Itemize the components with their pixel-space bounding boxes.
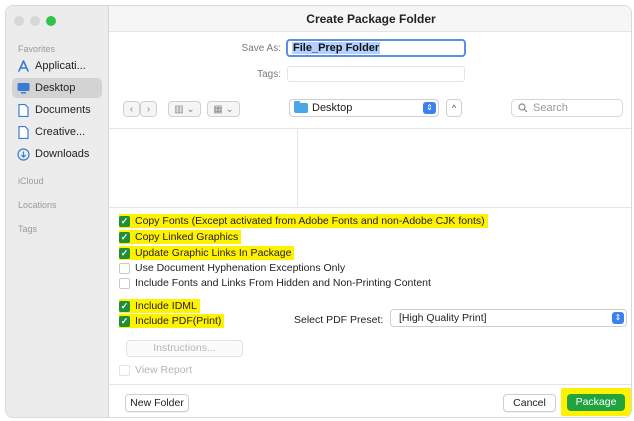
save-as-label: Save As: xyxy=(241,43,281,54)
instructions-button[interactable]: Instructions... xyxy=(126,340,243,357)
option-include-idml[interactable]: ✓ Include IDML xyxy=(119,299,200,313)
browser-bottom-divider xyxy=(109,207,631,208)
column-view-icon: ▥ ⌄ xyxy=(174,103,195,115)
downloads-icon xyxy=(16,147,30,161)
save-as-input[interactable]: File_Prep Folder xyxy=(286,39,466,57)
window-controls xyxy=(14,16,56,26)
new-folder-button[interactable]: New Folder xyxy=(125,394,189,412)
option-hidden-content[interactable]: Include Fonts and Links From Hidden and … xyxy=(119,276,431,290)
checkbox-unchecked[interactable] xyxy=(119,262,130,274)
option-label: Update Graphic Links In Package xyxy=(135,247,292,259)
option-include-pdf[interactable]: ✓ Include PDF(Print) xyxy=(119,314,225,328)
package-button-highlight: Package xyxy=(561,388,631,416)
applications-icon xyxy=(16,59,30,73)
updown-arrow-icon: ⇕ xyxy=(423,102,436,114)
location-value: Desktop xyxy=(312,102,353,114)
option-label: Copy Linked Graphics xyxy=(135,231,239,243)
sidebar-section-favorites: Favorites xyxy=(18,44,56,54)
sidebar-item-applications[interactable]: Applicati... xyxy=(12,56,102,76)
option-update-graphic-links[interactable]: ✓ Update Graphic Links In Package xyxy=(119,246,295,260)
sidebar-section-icloud: iCloud xyxy=(18,176,44,186)
document-icon xyxy=(16,103,30,117)
sidebar: Favorites Applicati... Desktop Documents… xyxy=(6,6,109,417)
dialog-title: Create Package Folder xyxy=(109,6,631,32)
dialog-main: Save As: File_Prep Folder Tags: ‹ › ▥ ⌄ … xyxy=(109,32,631,417)
option-label: View Report xyxy=(135,364,193,376)
back-button[interactable]: ‹ xyxy=(123,101,140,117)
pdf-preset-value: [High Quality Print] xyxy=(399,312,487,324)
sidebar-item-label: Desktop xyxy=(35,82,76,94)
option-hyphenation-exceptions[interactable]: Use Document Hyphenation Exceptions Only xyxy=(119,261,345,275)
minimize-window-button[interactable] xyxy=(30,16,40,26)
grid-view-icon: ▦ ⌄ xyxy=(213,103,234,115)
search-icon xyxy=(518,103,528,113)
sidebar-section-tags: Tags xyxy=(18,224,38,234)
forward-button[interactable]: › xyxy=(140,101,157,117)
group-button[interactable]: ▦ ⌄ xyxy=(207,101,240,117)
checkbox-checked[interactable]: ✓ xyxy=(119,231,130,243)
checkbox-unchecked[interactable] xyxy=(119,277,130,289)
sidebar-item-creative[interactable]: Creative... xyxy=(12,122,102,142)
sidebar-item-documents[interactable]: Documents xyxy=(12,100,102,120)
pdf-preset-select[interactable]: [High Quality Print] ⇕ xyxy=(390,309,627,327)
document-icon xyxy=(16,125,30,139)
option-label: Include PDF(Print) xyxy=(135,315,222,327)
folder-icon xyxy=(294,101,308,113)
forward-chevron-icon: › xyxy=(146,103,151,115)
close-window-button[interactable] xyxy=(14,16,24,26)
cancel-button[interactable]: Cancel xyxy=(503,394,556,412)
tags-label: Tags: xyxy=(257,69,281,80)
sidebar-item-label: Downloads xyxy=(35,148,90,160)
package-button[interactable]: Package xyxy=(567,394,625,411)
option-copy-linked-graphics[interactable]: ✓ Copy Linked Graphics xyxy=(119,230,242,244)
desktop-icon xyxy=(16,81,30,95)
save-as-value: File_Prep Folder xyxy=(292,42,381,54)
sidebar-section-locations: Locations xyxy=(18,200,57,210)
view-mode-button[interactable]: ▥ ⌄ xyxy=(168,101,201,117)
footer-divider xyxy=(109,384,631,385)
sidebar-item-desktop[interactable]: Desktop xyxy=(12,78,102,98)
expand-collapse-button[interactable]: ^ xyxy=(446,99,462,117)
option-label: Use Document Hyphenation Exceptions Only xyxy=(135,262,346,274)
checkbox-checked[interactable]: ✓ xyxy=(119,300,130,312)
sidebar-item-downloads[interactable]: Downloads xyxy=(12,144,102,164)
checkbox-checked[interactable]: ✓ xyxy=(119,315,130,327)
sidebar-item-label: Creative... xyxy=(35,126,86,138)
option-label: Include Fonts and Links From Hidden and … xyxy=(135,277,431,289)
zoom-window-button[interactable] xyxy=(46,16,56,26)
create-package-dialog: Favorites Applicati... Desktop Documents… xyxy=(5,5,632,418)
browser-top-divider xyxy=(109,128,631,129)
browser-column-divider xyxy=(297,129,298,207)
option-copy-fonts[interactable]: ✓ Copy Fonts (Except activated from Adob… xyxy=(119,214,488,228)
checkbox-checked[interactable]: ✓ xyxy=(119,247,130,259)
pdf-preset-label: Select PDF Preset: xyxy=(294,314,384,326)
search-placeholder: Search xyxy=(533,102,568,114)
tags-input[interactable] xyxy=(287,66,465,82)
option-view-report[interactable]: View Report xyxy=(119,363,192,377)
back-chevron-icon: ‹ xyxy=(129,103,134,115)
sidebar-item-label: Documents xyxy=(35,104,91,116)
option-label: Copy Fonts (Except activated from Adobe … xyxy=(135,215,485,227)
option-label: Include IDML xyxy=(135,300,197,312)
checkbox-checked[interactable]: ✓ xyxy=(119,215,130,227)
search-field[interactable]: Search xyxy=(511,99,623,117)
sidebar-item-label: Applicati... xyxy=(35,60,86,72)
updown-arrow-icon: ⇕ xyxy=(612,312,624,324)
checkbox-disabled[interactable] xyxy=(119,364,130,376)
location-select[interactable]: Desktop ⇕ xyxy=(289,99,439,117)
